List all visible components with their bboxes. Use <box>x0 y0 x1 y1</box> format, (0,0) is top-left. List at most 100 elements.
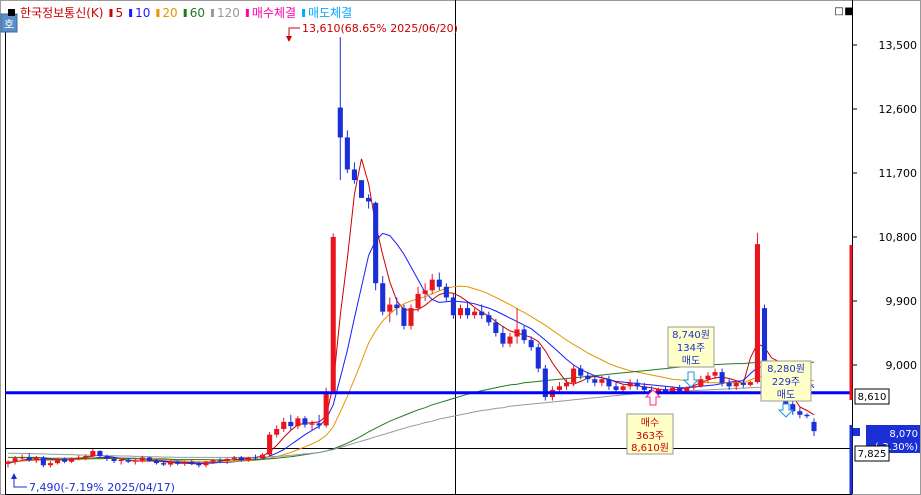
legend-swatch-2 <box>156 9 160 17</box>
candle-body <box>754 244 760 383</box>
chart-window: 호 한국정보통신(K) 5 10 20 60 120 매수체결 매도체결 □ ■ 13,50… <box>0 0 921 495</box>
candle-body <box>422 290 428 294</box>
candle-body <box>429 279 435 291</box>
candle-body <box>330 237 336 393</box>
candle-body <box>479 311 485 316</box>
candle-body <box>217 460 223 462</box>
candle-body <box>295 418 301 427</box>
sell-qty-1: 134주 <box>677 343 705 354</box>
stock-chart[interactable]: 호 한국정보통신(K) 5 10 20 60 120 매수체결 매도체결 □ ■ 13,50… <box>0 0 921 495</box>
candle-body <box>457 308 464 316</box>
candle-body <box>571 368 577 383</box>
legend-label-6: 매도체결 <box>308 6 352 20</box>
candle-body <box>302 418 308 425</box>
candle-body <box>578 368 584 376</box>
candle-body <box>486 315 492 323</box>
sell-price-1: 8,740원 <box>672 329 710 341</box>
candle-body <box>337 107 343 138</box>
candle-body <box>535 347 541 369</box>
candle-body <box>719 372 725 383</box>
candle-body <box>387 304 393 312</box>
candle-body <box>76 457 82 459</box>
candle-body <box>500 333 506 344</box>
legend-swatch-6 <box>302 9 306 17</box>
candle-body <box>351 169 357 181</box>
candle-body <box>358 180 365 198</box>
candle-body <box>677 387 683 392</box>
candle-body <box>267 434 273 455</box>
legend-label-1: 10 <box>135 6 150 20</box>
candle-body <box>224 458 230 461</box>
candle-body <box>641 386 647 390</box>
candle-body <box>252 457 259 459</box>
candle-body <box>132 460 138 462</box>
y-tick-label: 12,600 <box>879 103 918 116</box>
candle-body <box>401 308 407 326</box>
candle-body <box>592 379 598 383</box>
candle-body <box>203 461 209 466</box>
sell-label-2: 매도 <box>777 389 795 401</box>
candle-body <box>323 392 329 426</box>
candle-body <box>556 386 563 390</box>
legend-label-4: 120 <box>217 6 240 20</box>
y-tick-label: 9,000 <box>886 359 918 372</box>
candle <box>754 232 760 384</box>
candle <box>408 304 414 330</box>
candle-body <box>507 336 513 344</box>
candle <box>450 293 456 319</box>
candle-body <box>12 458 18 462</box>
candle-body <box>69 458 75 462</box>
candle-body <box>146 457 152 461</box>
legend-swatch-5 <box>245 9 249 17</box>
legend-label-2: 20 <box>162 6 177 20</box>
candle-body <box>231 457 237 459</box>
candle-body <box>733 382 739 387</box>
legend-title: 한국정보통신(K) <box>20 6 103 20</box>
high-annotation-text: 13,610(68.65% 2025/06/20) <box>302 22 458 35</box>
candle-body <box>443 286 449 298</box>
candle-body <box>175 461 181 464</box>
candle-body <box>288 421 294 427</box>
candle-body <box>514 329 520 337</box>
candle-body <box>168 461 174 465</box>
legend-swatch-0 <box>109 9 113 17</box>
candle-body <box>450 297 456 316</box>
y-tick-label: 10,800 <box>879 231 918 244</box>
buy-price: 8,610원 <box>631 442 669 454</box>
candle-body <box>153 461 160 464</box>
candle-body <box>62 458 68 462</box>
candle <box>535 343 541 373</box>
crosshair-price-tag: 7,825 <box>854 445 890 462</box>
sell-qty-2: 229주 <box>772 377 800 388</box>
y-tick-label: 11,700 <box>879 167 918 180</box>
sell-price-2: 8,280원 <box>767 363 805 375</box>
candle-body <box>40 457 46 466</box>
candle-body <box>747 382 753 385</box>
candle-body <box>620 386 626 390</box>
candle-body <box>210 460 216 462</box>
buy-label: 매수 <box>641 417 659 429</box>
candle-body <box>309 423 315 425</box>
candle-body <box>316 423 322 426</box>
legend-swatch-3 <box>183 9 187 17</box>
level-price-tag: 8,610 <box>854 388 890 405</box>
y-tick-label: 9,900 <box>886 295 918 308</box>
legend-label-5: 매수체결 <box>252 6 296 20</box>
candle-body <box>54 458 61 464</box>
candle <box>542 365 548 401</box>
candle-body <box>408 308 414 326</box>
close-icon[interactable]: ■ <box>844 6 853 17</box>
side-tab-label: 호 <box>4 18 14 31</box>
candle-body <box>585 375 591 380</box>
maximize-icon[interactable]: □ <box>834 6 843 17</box>
candle-body <box>613 386 619 390</box>
candle-body <box>528 340 534 348</box>
candle-body <box>599 379 605 383</box>
candle-body <box>472 311 478 316</box>
candle-body <box>118 459 124 461</box>
candle-body <box>698 379 704 387</box>
candle-body <box>705 375 711 380</box>
candle-body <box>83 456 89 458</box>
legend-marker-icon <box>8 9 15 16</box>
candle-body <box>19 457 25 459</box>
